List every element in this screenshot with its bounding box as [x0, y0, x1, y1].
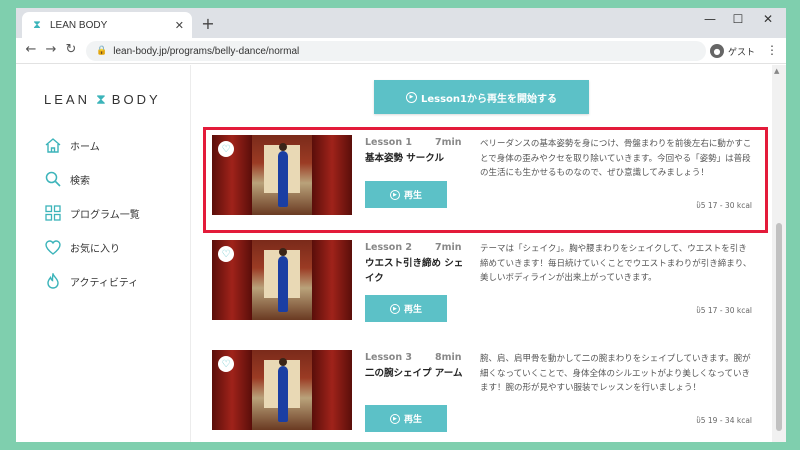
grid-icon	[44, 205, 62, 221]
lesson-number: Lesson 3	[365, 352, 413, 363]
calorie-text: 17 - 30 kcal	[707, 306, 752, 315]
play-label: 再生	[403, 305, 422, 315]
scroll-up-icon[interactable]: ▲	[774, 67, 779, 75]
flame-icon	[44, 273, 62, 289]
play-icon: ▶	[389, 303, 400, 314]
tab-title: LEAN BODY	[50, 19, 108, 31]
play-icon: ▶	[389, 413, 400, 424]
tab-strip: ⧗ LEAN BODY ✕ + — ☐ ✕	[16, 8, 786, 38]
close-tab-icon[interactable]: ✕	[175, 19, 184, 32]
back-button[interactable]: ←	[22, 42, 40, 57]
sidebar: LEAN ⧗ BODY ホーム 検索 プログラム一覧 お気に入り アクティビティ	[16, 65, 191, 442]
lesson-title: ウエスト引き締め シェイク	[365, 258, 464, 284]
sidebar-item-label: アクティビティ	[70, 277, 139, 289]
highlight-frame	[203, 127, 768, 233]
sidebar-item-favorites[interactable]: お気に入り	[44, 239, 120, 255]
lesson-duration: 7min	[435, 242, 462, 253]
browser-tab[interactable]: ⧗ LEAN BODY ✕	[22, 12, 192, 38]
home-icon	[44, 137, 62, 153]
cta-label: Lesson1から再生を開始する	[420, 93, 557, 105]
scrollbar-thumb[interactable]	[776, 223, 782, 431]
close-window-button[interactable]: ✕	[754, 12, 782, 26]
calorie-text: 19 - 34 kcal	[707, 416, 752, 425]
sidebar-item-home[interactable]: ホーム	[44, 137, 100, 153]
play-button[interactable]: ▶ 再生	[365, 405, 447, 432]
flame-icon: ὒ5	[696, 416, 706, 425]
favorite-heart-icon[interactable]: ♡	[218, 246, 234, 262]
favorite-heart-icon[interactable]: ♡	[218, 356, 234, 372]
start-lesson1-button[interactable]: ▶ Lesson1から再生を開始する	[374, 80, 589, 114]
lesson-card: ♡ Lesson 3 8min 二の腕シェイプ アーム ▶ 再生 腕、肩、肩甲骨…	[212, 350, 752, 442]
sidebar-item-programs[interactable]: プログラム一覧	[44, 205, 140, 221]
play-label: 再生	[403, 415, 422, 425]
minimize-button[interactable]: —	[696, 12, 724, 26]
sidebar-item-search[interactable]: 検索	[44, 171, 90, 187]
page: LEAN ⧗ BODY ホーム 検索 プログラム一覧 お気に入り アクティビティ…	[16, 65, 786, 442]
url-text: lean-body.jp/programs/belly-dance/normal	[113, 45, 300, 57]
address-toolbar: ← → ↻ 🔒 lean-body.jp/programs/belly-danc…	[16, 38, 786, 64]
sidebar-item-label: 検索	[70, 175, 90, 187]
logo[interactable]: LEAN ⧗ BODY	[44, 91, 161, 108]
play-button[interactable]: ▶ 再生	[365, 295, 447, 322]
lesson-title: 二の腕シェイプ アーム	[365, 368, 463, 379]
sidebar-item-activity[interactable]: アクティビティ	[44, 273, 138, 289]
lesson-number: Lesson 2	[365, 242, 413, 253]
hourglass-icon: ⧗	[33, 18, 41, 31]
search-icon	[44, 171, 62, 187]
maximize-button[interactable]: ☐	[724, 12, 752, 26]
profile-button[interactable]: ● ゲスト	[710, 41, 755, 61]
flame-icon: ὒ5	[696, 306, 706, 315]
play-icon: ▶	[405, 91, 417, 103]
lesson-description: テーマは「シェイク」。胸や腰まわりをシェイクして、ウエストを引き締めていきます！…	[480, 244, 752, 283]
sidebar-item-label: お気に入り	[70, 243, 120, 255]
lesson-description: 腕、肩、肩甲骨を動かして二の腕まわりをシェイプしていきます。腕が細くなっていくこ…	[480, 354, 751, 393]
sidebar-item-label: プログラム一覧	[70, 209, 140, 221]
calorie-info: ὒ5 19 - 34 kcal	[696, 416, 752, 425]
forward-button[interactable]: →	[42, 42, 60, 57]
browser-window: ⧗ LEAN BODY ✕ + — ☐ ✕ ← → ↻ 🔒 lean-body.…	[16, 8, 786, 442]
heart-icon	[44, 239, 62, 255]
lesson-duration: 8min	[435, 352, 462, 363]
lesson-list: ▶ Lesson1から再生を開始する ♡ Lesson 1 7min 基本姿勢 …	[192, 65, 772, 442]
profile-label: ゲスト	[728, 47, 756, 58]
new-tab-button[interactable]: +	[198, 14, 218, 34]
sidebar-item-label: ホーム	[70, 141, 100, 153]
lesson-card: ♡ Lesson 2 7min ウエスト引き締め シェイク ▶ 再生 テーマは「…	[212, 240, 752, 332]
avatar-icon: ●	[710, 44, 724, 58]
lesson-thumbnail[interactable]: ♡	[212, 350, 352, 430]
hourglass-icon: ⧗	[95, 91, 106, 107]
reload-button[interactable]: ↻	[62, 42, 80, 57]
address-bar[interactable]: 🔒 lean-body.jp/programs/belly-dance/norm…	[86, 41, 706, 61]
logo-left: LEAN	[44, 92, 90, 107]
lock-icon: 🔒	[96, 46, 108, 56]
calorie-info: ὒ5 17 - 30 kcal	[696, 306, 752, 315]
browser-menu-icon[interactable]: ⋮	[766, 43, 778, 57]
logo-right: BODY	[111, 92, 161, 107]
lesson-thumbnail[interactable]: ♡	[212, 240, 352, 320]
